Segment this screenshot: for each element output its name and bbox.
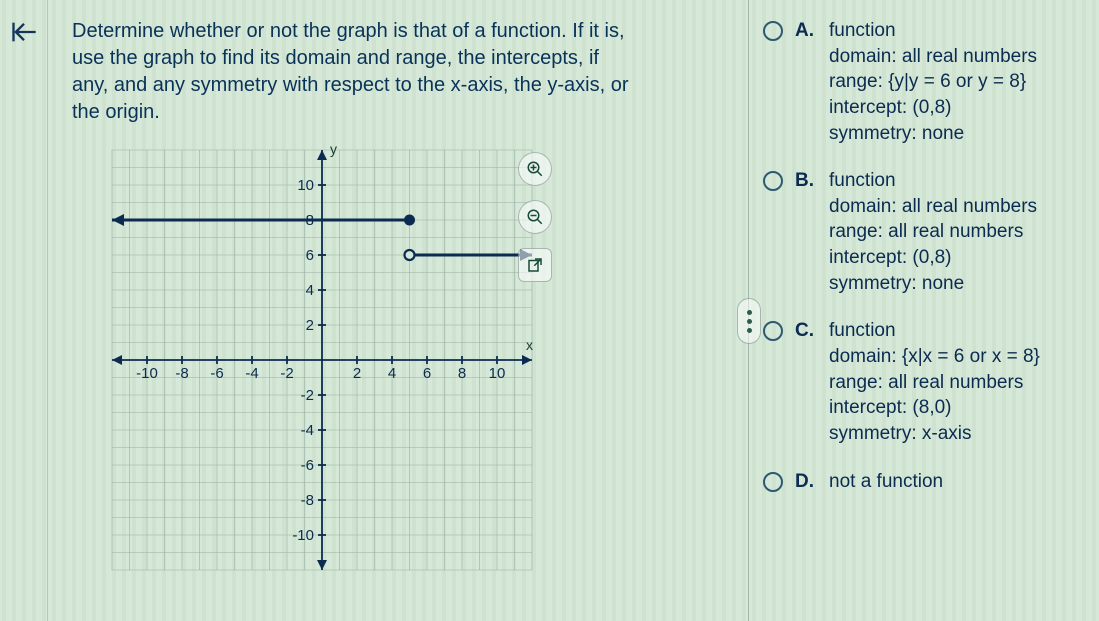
- option-line: intercept: (0,8): [829, 95, 1083, 121]
- option-letter: C.: [795, 318, 817, 446]
- option-letter: D.: [795, 469, 817, 495]
- option-d[interactable]: D. not a function: [763, 469, 1083, 495]
- svg-text:10: 10: [489, 365, 506, 382]
- option-body: functiondomain: all real numbersrange: a…: [829, 168, 1083, 296]
- option-line: symmetry: none: [829, 271, 1083, 297]
- svg-text:4: 4: [306, 282, 314, 299]
- option-line: function: [829, 318, 1083, 344]
- option-line: domain: all real numbers: [829, 194, 1083, 220]
- option-line: not a function: [829, 469, 1083, 495]
- zoom-in-button[interactable]: [518, 152, 552, 186]
- panel-expand-handle[interactable]: [737, 298, 761, 344]
- svg-text:y: y: [330, 141, 337, 157]
- graph-panel: xy-10-8-6-4-2246810-10-8-6-4-2246810: [72, 140, 592, 600]
- option-line: range: all real numbers: [829, 219, 1083, 245]
- svg-text:2: 2: [306, 317, 314, 334]
- option-letter: B.: [795, 168, 817, 296]
- option-c-radio[interactable]: [763, 321, 783, 341]
- svg-text:8: 8: [458, 365, 466, 382]
- option-line: intercept: (8,0): [829, 395, 1083, 421]
- svg-text:-10: -10: [292, 527, 314, 544]
- svg-text:-4: -4: [245, 365, 258, 382]
- option-body: functiondomain: all real numbersrange: {…: [829, 18, 1083, 146]
- option-line: range: all real numbers: [829, 370, 1083, 396]
- option-c[interactable]: C.functiondomain: {x|x = 6 or x = 8}rang…: [763, 318, 1083, 446]
- svg-text:6: 6: [306, 247, 314, 264]
- option-line: range: {y|y = 6 or y = 8}: [829, 69, 1083, 95]
- svg-text:-6: -6: [210, 365, 223, 382]
- option-d-radio[interactable]: [763, 472, 783, 492]
- svg-text:-8: -8: [301, 492, 314, 509]
- option-line: function: [829, 168, 1083, 194]
- question-text: Determine whether or not the graph is th…: [72, 18, 632, 126]
- svg-text:6: 6: [423, 365, 431, 382]
- option-letter: A.: [795, 18, 817, 146]
- svg-text:-10: -10: [136, 365, 158, 382]
- option-line: intercept: (0,8): [829, 245, 1083, 271]
- svg-text:10: 10: [297, 177, 314, 194]
- svg-text:2: 2: [353, 365, 361, 382]
- option-b-radio[interactable]: [763, 171, 783, 191]
- svg-text:-4: -4: [301, 422, 314, 439]
- option-line: domain: all real numbers: [829, 44, 1083, 70]
- option-line: domain: {x|x = 6 or x = 8}: [829, 344, 1083, 370]
- popout-graph-button[interactable]: [518, 248, 552, 282]
- option-b[interactable]: B.functiondomain: all real numbersrange:…: [763, 168, 1083, 296]
- option-line: function: [829, 18, 1083, 44]
- svg-text:-2: -2: [280, 365, 293, 382]
- svg-text:-6: -6: [301, 457, 314, 474]
- option-body: functiondomain: {x|x = 6 or x = 8}range:…: [829, 318, 1083, 446]
- zoom-out-button[interactable]: [518, 200, 552, 234]
- option-a[interactable]: A.functiondomain: all real numbersrange:…: [763, 18, 1083, 146]
- option-body: not a function: [829, 469, 1083, 495]
- svg-text:-8: -8: [175, 365, 188, 382]
- option-line: symmetry: x-axis: [829, 421, 1083, 447]
- svg-text:4: 4: [388, 365, 396, 382]
- svg-text:-2: -2: [301, 387, 314, 404]
- option-a-radio[interactable]: [763, 21, 783, 41]
- option-line: symmetry: none: [829, 121, 1083, 147]
- svg-text:x: x: [526, 337, 533, 353]
- collapse-nav-button[interactable]: [10, 18, 38, 46]
